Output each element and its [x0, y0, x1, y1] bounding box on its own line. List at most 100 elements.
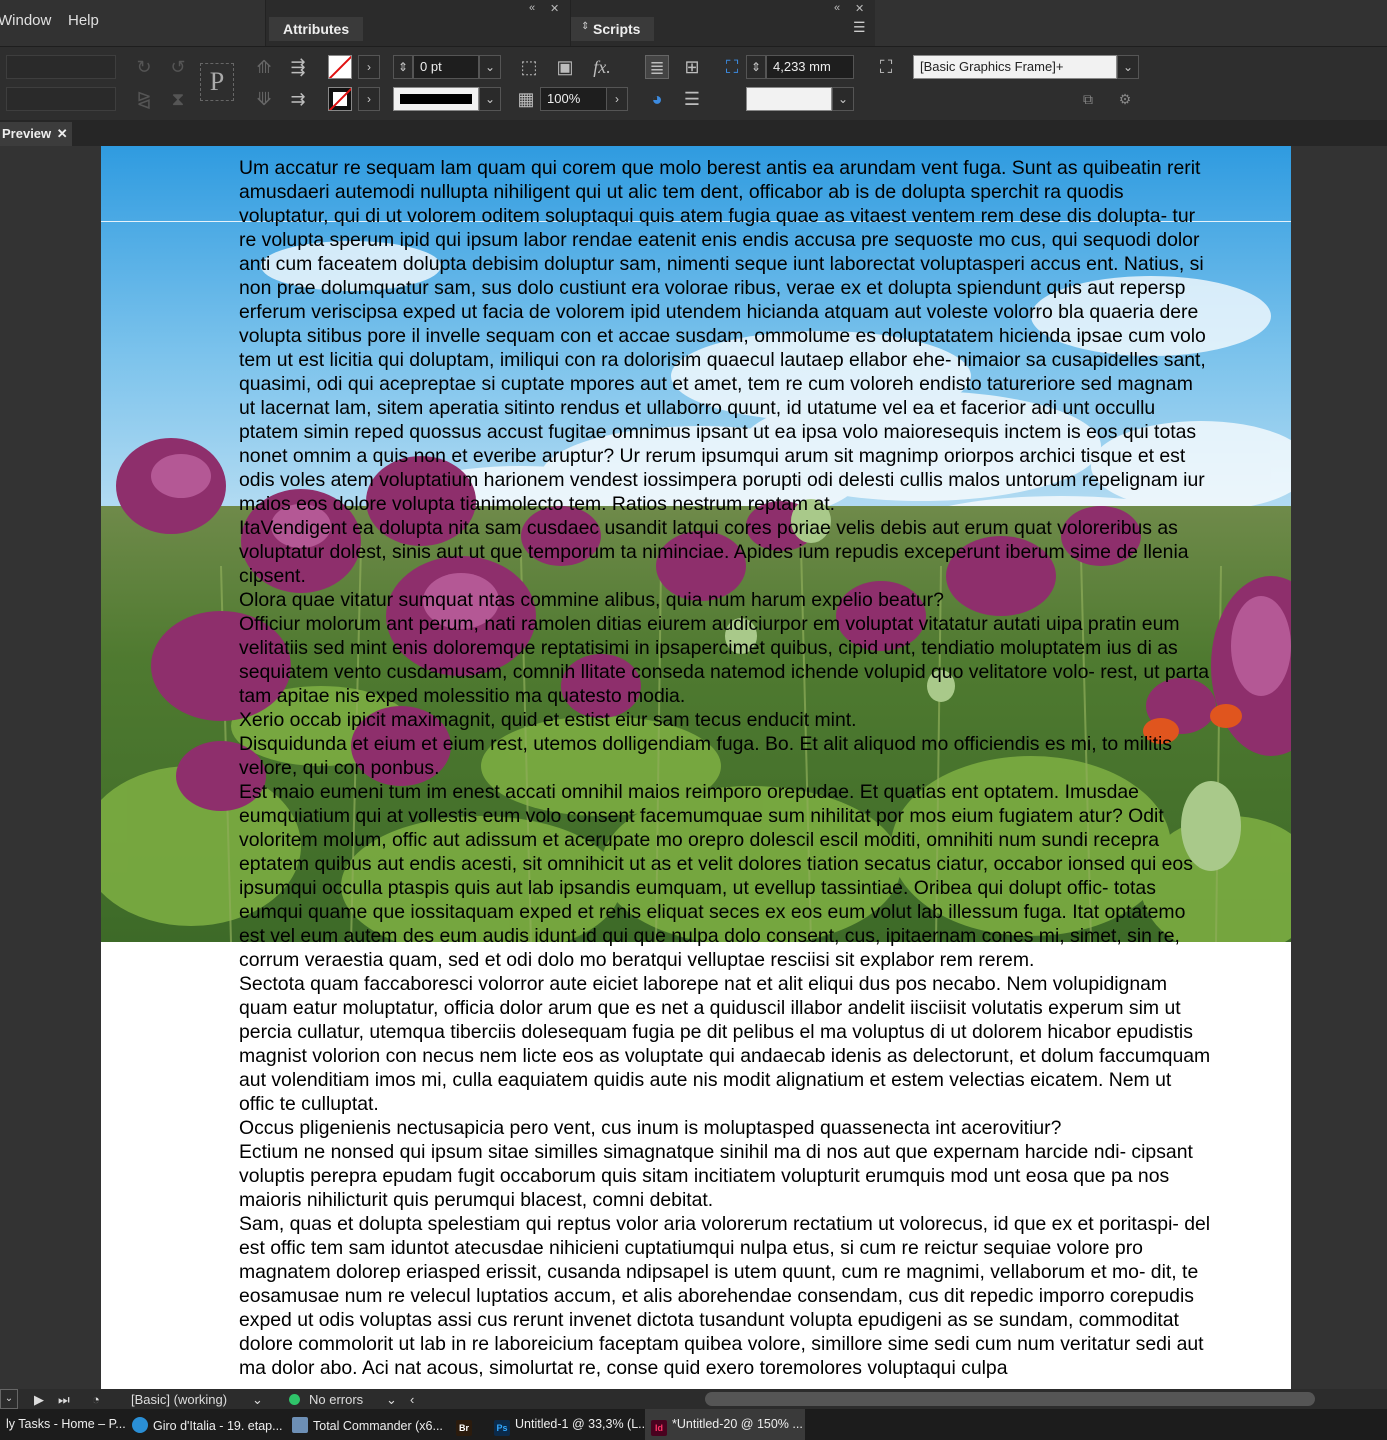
- open-page-icon[interactable]: ◔: [92, 1392, 100, 1407]
- clear-overrides-icon[interactable]: ⧉: [1076, 87, 1100, 111]
- collapse-panel-icon[interactable]: «: [529, 2, 535, 14]
- stroke-weight-stepper-icon[interactable]: ⇕: [393, 55, 413, 79]
- taskbar-label: Giro d'Italia - 19. etap...: [153, 1419, 283, 1433]
- stroke-menu-icon[interactable]: ›: [358, 87, 380, 111]
- reference-point-p-icon[interactable]: P: [200, 63, 234, 101]
- reference-y-field: [6, 87, 116, 111]
- panel-menu-icon[interactable]: ☰: [853, 19, 866, 36]
- body-paragraph: Xerio occab ipicit maximagnit, quid et e…: [239, 709, 857, 731]
- taskbar-item-bridge[interactable]: Br: [450, 1409, 480, 1440]
- taskbar-label: Total Commander (x6...: [313, 1419, 443, 1433]
- control-bar: ↻ ↺ ⧎ ⧗ P ⟰ ⇶ ⟱ ⇉ › › ⇕ 0 pt ⌄ ⌄ ⬚ ▣ fx.…: [0, 46, 1387, 120]
- corner-shape-dropdown-icon[interactable]: ⌄: [832, 87, 854, 111]
- close-panel-icon[interactable]: ✕: [550, 2, 559, 15]
- text-frame[interactable]: Um accatur re sequam lam quam qui corem …: [239, 156, 1211, 1380]
- tab-attributes[interactable]: Attributes: [269, 17, 364, 41]
- body-paragraph: Est maio eumeni tum im enest accati omni…: [239, 781, 1193, 971]
- select-container-icon[interactable]: ⟰: [252, 55, 276, 79]
- page-menu-dropdown-icon[interactable]: ⌄: [252, 1392, 263, 1408]
- offset-stepper-icon[interactable]: ⇕: [746, 55, 766, 79]
- select-content-icon[interactable]: ⇶: [286, 55, 310, 79]
- stroke-type-dropdown-icon[interactable]: ⌄: [479, 87, 501, 111]
- document-page: Um accatur re sequam lam quam qui corem …: [101, 146, 1291, 1389]
- object-style-icon: ⛶: [879, 57, 893, 77]
- body-paragraph: Disquidunda et eium et eium rest, utemos…: [239, 733, 1173, 779]
- taskbar-item-total-commander[interactable]: Total Commander (x6...: [286, 1409, 443, 1440]
- stroke-type-field[interactable]: [393, 87, 479, 111]
- style-settings-icon[interactable]: ⚙: [1113, 87, 1137, 111]
- effects-fx-icon[interactable]: fx.: [590, 55, 614, 79]
- taskbar-label: ly Tasks - Home – P...: [6, 1417, 126, 1431]
- preflight-status-icon: [289, 1394, 300, 1405]
- opacity-field[interactable]: 100%: [540, 87, 608, 111]
- opacity-menu-icon[interactable]: ›: [606, 87, 628, 111]
- corner-options-icon[interactable]: ⛶: [720, 55, 744, 79]
- text-wrap-shape-icon[interactable]: ◕: [645, 87, 669, 111]
- tab-preview[interactable]: Preview ✕: [0, 122, 72, 146]
- rotate-ccw-icon[interactable]: ↺: [166, 55, 190, 79]
- menu-bar: Window Help: [0, 0, 265, 46]
- taskbar-item-indesign[interactable]: Id *Untitled-20 @ 150% ...: [645, 1409, 805, 1440]
- fill-swatch-none[interactable]: [328, 55, 352, 79]
- total-commander-icon: [292, 1417, 308, 1433]
- body-paragraph: Ectium ne nonsed qui ipsum sitae simille…: [239, 1141, 1193, 1211]
- bridge-icon: Br: [456, 1420, 472, 1436]
- text-wrap-jump-icon[interactable]: ☰: [680, 87, 704, 111]
- body-paragraph: Officiur molorum ant perum, nati ramolen…: [239, 613, 1210, 707]
- offset-field[interactable]: 4,233 mm: [766, 55, 854, 79]
- close-panel-icon[interactable]: ✕: [855, 2, 864, 15]
- stroke-weight-field[interactable]: 0 pt: [413, 55, 479, 79]
- document-tab-label: Preview: [2, 126, 52, 141]
- object-style-field[interactable]: [Basic Graphics Frame]+: [913, 55, 1117, 79]
- page-menu[interactable]: [Basic] (working): [131, 1392, 227, 1407]
- indesign-icon: Id: [651, 1420, 667, 1436]
- last-page-icon[interactable]: ⏭: [58, 1392, 70, 1408]
- pasteboard: Um accatur re sequam lam quam qui corem …: [0, 146, 1387, 1389]
- tab-arrows-icon: ⇕: [581, 21, 590, 32]
- attributes-panel-group: « ✕ Attributes: [265, 0, 570, 46]
- edge-icon: [132, 1417, 148, 1433]
- preflight-status[interactable]: No errors: [309, 1392, 363, 1407]
- collapse-panel-icon[interactable]: «: [834, 2, 840, 14]
- body-paragraph: ItaVendigent ea dolupta nita sam cusdaec…: [239, 517, 1189, 587]
- panel-dock: « ✕ Attributes « ✕ Scripts ⇕ ☰: [265, 0, 875, 46]
- fitting-icon[interactable]: ⬚: [517, 55, 541, 79]
- taskbar-label: Untitled-1 @ 33,3% (L...: [515, 1417, 649, 1431]
- flip-vertical-icon[interactable]: ⧗: [166, 87, 190, 111]
- fill-menu-icon[interactable]: ›: [358, 55, 380, 79]
- text-wrap-none-icon[interactable]: ≣: [645, 55, 669, 79]
- next-page-icon[interactable]: ▶: [34, 1392, 44, 1408]
- taskbar-item-photoshop[interactable]: Ps Untitled-1 @ 33,3% (L...: [488, 1409, 649, 1440]
- body-paragraph: Um accatur re sequam lam quam qui corem …: [239, 157, 1206, 515]
- close-document-icon[interactable]: ✕: [57, 126, 68, 141]
- document-tab-bar: Preview ✕: [0, 120, 1387, 146]
- object-style-dropdown-icon[interactable]: ⌄: [1117, 55, 1139, 79]
- menu-window[interactable]: Window: [0, 12, 51, 29]
- windows-taskbar: ly Tasks - Home – P... Giro d'Italia - 1…: [0, 1409, 1387, 1440]
- body-paragraph: Occus pligenienis nectusapicia pero vent…: [239, 1117, 1062, 1139]
- menu-help[interactable]: Help: [68, 12, 99, 29]
- stroke-type-solid-line: [400, 94, 472, 104]
- taskbar-item-edge[interactable]: Giro d'Italia - 19. etap...: [126, 1409, 283, 1440]
- body-paragraph: Sectota quam faccaboresci volorror aute …: [239, 973, 1211, 1115]
- rotate-cw-icon[interactable]: ↻: [132, 55, 156, 79]
- page-dropdown-icon[interactable]: ⌄: [0, 1389, 18, 1409]
- body-paragraph: Olora quae vitatur sumquat ntas commine …: [239, 589, 944, 611]
- scripts-panel-group: « ✕ Scripts ⇕ ☰: [570, 0, 875, 46]
- drop-shadow-icon[interactable]: ▣: [553, 55, 577, 79]
- flip-horizontal-icon[interactable]: ⧎: [132, 87, 156, 111]
- stroke-swatch-none[interactable]: [328, 87, 352, 111]
- body-paragraph: Sam, quas et dolupta spelestiam qui rept…: [239, 1213, 1211, 1379]
- select-previous-icon[interactable]: ⟱: [252, 87, 276, 111]
- text-wrap-bounding-icon[interactable]: ⊞: [680, 55, 704, 79]
- taskbar-label: *Untitled-20 @ 150% ...: [672, 1417, 803, 1431]
- status-bar: ⌄ ▶ ⏭ ◔ [Basic] (working) ⌄ No errors ⌄ …: [0, 1389, 1387, 1409]
- horizontal-scrollbar[interactable]: [705, 1392, 1315, 1406]
- corner-shape-field[interactable]: [746, 87, 832, 111]
- reference-x-field: [6, 55, 116, 79]
- scroll-left-icon[interactable]: ‹: [410, 1392, 414, 1407]
- select-next-icon[interactable]: ⇉: [286, 87, 310, 111]
- preflight-dropdown-icon[interactable]: ⌄: [386, 1392, 397, 1408]
- taskbar-item-tasks[interactable]: ly Tasks - Home – P...: [0, 1409, 126, 1440]
- stroke-weight-dropdown-icon[interactable]: ⌄: [479, 55, 501, 79]
